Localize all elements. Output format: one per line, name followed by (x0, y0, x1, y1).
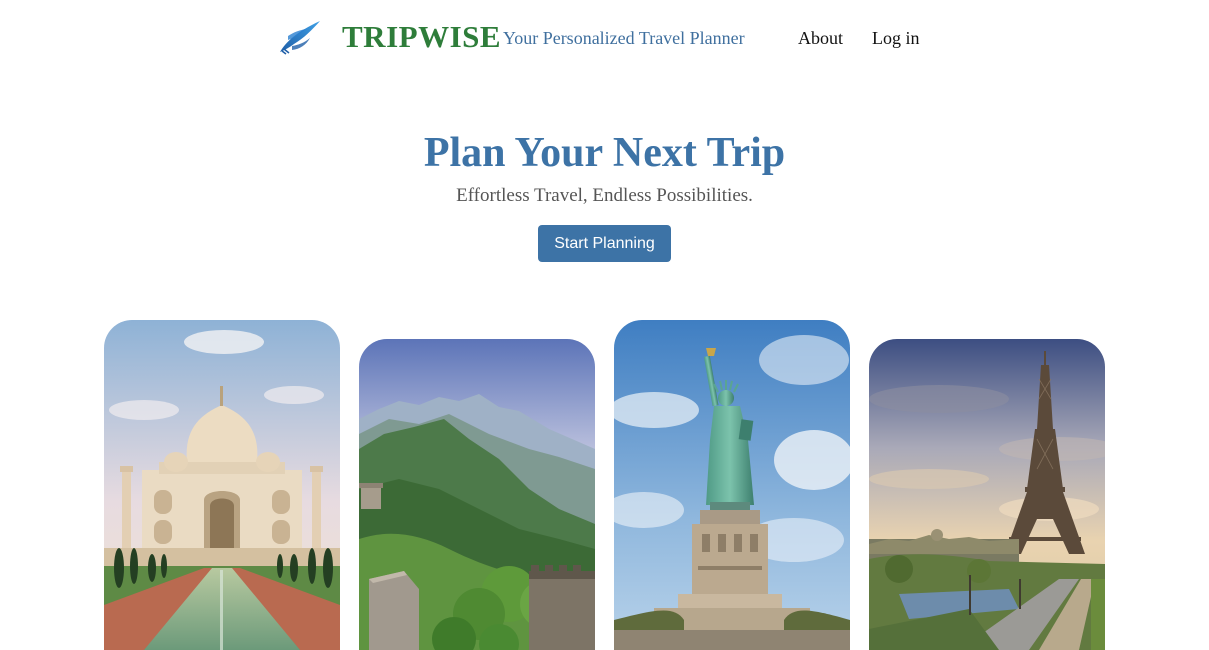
destination-card-taj-mahal[interactable] (104, 320, 340, 650)
hero-subtitle: Effortless Travel, Endless Possibilities… (456, 185, 753, 206)
nav-about-link[interactable]: About (798, 27, 843, 49)
destination-card-eiffel-tower[interactable] (869, 339, 1105, 650)
eiffel-tower-image (869, 339, 1105, 650)
statue-of-liberty-image (614, 320, 850, 650)
destination-card-great-wall[interactable] (359, 339, 595, 650)
hero-title: Plan Your Next Trip (423, 130, 786, 176)
logo-icon[interactable] (276, 18, 324, 56)
taj-mahal-image (104, 320, 340, 650)
start-planning-button[interactable]: Start Planning (538, 225, 671, 262)
site-header: TRIPWISE Your Personalized Travel Planne… (0, 0, 1209, 76)
brand-name[interactable]: TRIPWISE (342, 19, 501, 55)
brand-tagline: Your Personalized Travel Planner (503, 28, 745, 48)
great-wall-image (359, 339, 595, 650)
destination-card-statue-of-liberty[interactable] (614, 320, 850, 650)
nav-login-link[interactable]: Log in (872, 27, 920, 49)
